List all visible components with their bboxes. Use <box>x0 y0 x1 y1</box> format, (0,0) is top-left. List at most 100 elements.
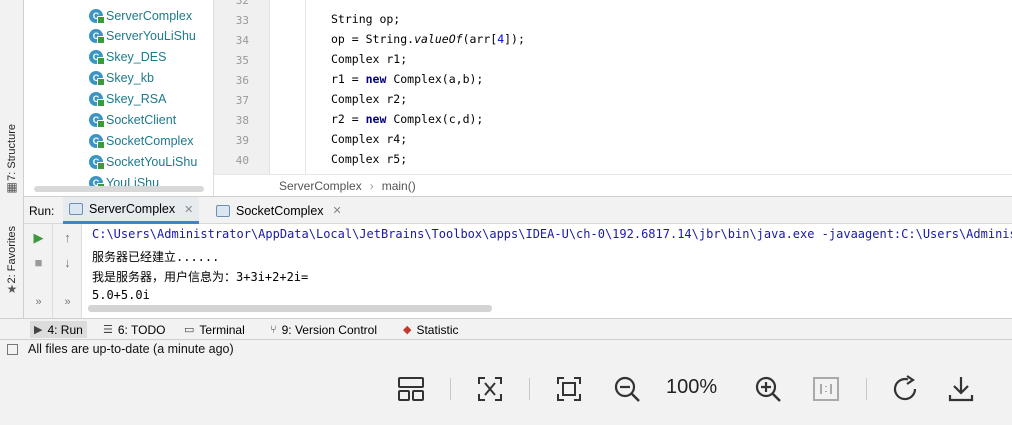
list-icon: ☰ <box>103 324 113 336</box>
tree-item[interactable]: C SocketYouLiShu <box>89 152 197 172</box>
run-tab-servercomplex[interactable]: ServerComplex ✕ <box>63 197 200 224</box>
line-number: 40 <box>235 154 249 167</box>
java-class-icon: C <box>89 9 105 24</box>
rotate-icon[interactable] <box>889 372 923 406</box>
close-icon[interactable]: ✕ <box>333 204 342 217</box>
line-number-gutter: 32 33 34 35 36 37 38 39 40 <box>214 0 270 174</box>
tree-item-label: SocketYouLiShu <box>106 155 198 169</box>
run-navigation-toolbar: ↑ ↓ » <box>53 224 82 318</box>
line-number: 36 <box>235 74 249 87</box>
line-number: 32 <box>235 0 249 7</box>
console-line: 5.0+5.0i <box>92 288 150 302</box>
java-class-icon: C <box>89 92 105 107</box>
breadcrumb-class[interactable]: ServerComplex <box>279 179 362 193</box>
run-actions-toolbar: ▶ ■ » <box>24 224 53 318</box>
bottom-tool-bar: ▶ 4: Run ☰ 6: TODO ▭ Terminal ⑂ 9: Version C… <box>0 318 1012 340</box>
tree-horizontal-scrollbar[interactable] <box>34 186 204 192</box>
one-to-one-icon[interactable] <box>809 372 843 406</box>
chevron-right-icon: › <box>369 178 374 193</box>
status-message: All files are up-to-date (a minute ago) <box>28 342 234 356</box>
console-line: 我是服务器，用户信息为：3+3i+2+2i= <box>92 270 309 284</box>
tree-item-label: ServerComplex <box>106 9 193 23</box>
run-tab-label: ServerComplex <box>89 202 176 216</box>
zoom-out-icon[interactable] <box>610 372 644 406</box>
todo-tool-label: 6: TODO <box>117 322 166 337</box>
tree-item[interactable]: C Skey_kb <box>89 68 154 88</box>
line-number: 37 <box>235 94 249 107</box>
todo-tool-button[interactable]: ☰ 6: TODO <box>99 321 169 338</box>
fit-screen-icon[interactable] <box>473 372 507 406</box>
rerun-icon[interactable]: ▶ <box>24 230 53 246</box>
line-number: 34 <box>235 34 249 47</box>
java-class-icon: C <box>89 29 105 44</box>
more-actions-icon[interactable]: » <box>24 296 53 308</box>
console-horizontal-scrollbar[interactable] <box>88 305 492 312</box>
statistic-tool-label: Statistic <box>416 322 459 337</box>
run-tool-label: 4: Run <box>47 322 83 337</box>
status-toggle-icon[interactable] <box>7 343 18 355</box>
favorites-tab[interactable]: 2: Favorites ★ <box>3 226 21 295</box>
code-line: String op; <box>331 12 401 26</box>
java-class-icon: C <box>89 155 105 170</box>
run-config-icon <box>216 204 230 217</box>
run-tab-label: SocketComplex <box>236 203 324 218</box>
line-number: 35 <box>235 54 249 67</box>
tree-item-label: Skey_RSA <box>106 92 167 106</box>
arrow-up-icon[interactable]: ↑ <box>53 230 82 245</box>
layout-icon[interactable] <box>394 372 428 406</box>
run-tool-button[interactable]: ▶ 4: Run <box>30 321 87 338</box>
code-line: Complex r2; <box>331 92 408 106</box>
arrow-down-icon[interactable]: ↓ <box>53 255 82 270</box>
java-class-icon: C <box>89 113 105 128</box>
play-icon: ▶ <box>34 324 43 336</box>
tree-item[interactable]: C SocketComplex <box>89 131 194 151</box>
image-viewer-toolbar: 100% <box>0 358 1012 425</box>
terminal-icon: ▭ <box>184 324 195 336</box>
branch-icon: ⑂ <box>270 323 277 336</box>
zoom-level-readout: 100% <box>666 376 718 398</box>
java-class-icon: C <box>89 134 105 149</box>
run-label: Run: <box>29 204 55 218</box>
code-editor[interactable]: String op; op = String.valueOf(arr[4]); … <box>270 0 1012 174</box>
code-line: op = String.valueOf(arr[4]); <box>331 32 525 46</box>
tree-item[interactable]: C ServerYouLiShu <box>89 26 196 46</box>
line-number: 38 <box>235 114 249 127</box>
tree-item-label: Skey_kb <box>106 71 154 85</box>
star-icon: ★ <box>6 282 18 297</box>
zoom-in-icon[interactable] <box>751 372 785 406</box>
left-tool-strip: 7: Structure ▦ 2: Favorites ★ <box>0 0 24 318</box>
tree-item-label: Skey_DES <box>106 50 167 64</box>
structure-tab-label: 7: Structure <box>6 124 18 181</box>
run-tab-socketcomplex[interactable]: SocketComplex ✕ <box>210 197 348 224</box>
java-class-icon: C <box>89 50 105 65</box>
statistic-tool-button[interactable]: ◆ Statistic <box>399 321 462 338</box>
code-line: Complex r4; <box>331 132 408 146</box>
indent-guide <box>305 0 306 174</box>
version-control-tool-button[interactable]: ⑂ 9: Version Control <box>266 321 381 338</box>
terminal-tool-button[interactable]: ▭ Terminal <box>180 321 249 338</box>
tree-item-label: ServerYouLiShu <box>106 29 196 43</box>
run-tool-window-header: Run: ServerComplex ✕ SocketComplex ✕ <box>24 196 1012 224</box>
java-class-icon: C <box>89 71 105 86</box>
toolbar-separator <box>529 378 530 400</box>
tree-item[interactable]: C SocketClient <box>89 110 176 130</box>
structure-tab[interactable]: 7: Structure ▦ <box>3 124 21 193</box>
breadcrumb-method[interactable]: main() <box>382 179 416 193</box>
console-output[interactable]: C:\Users\Administrator\AppData\Local\Jet… <box>82 224 1012 318</box>
statistic-icon: ◆ <box>403 324 412 336</box>
tree-item[interactable]: C ServerComplex <box>89 6 192 26</box>
actual-size-frame-icon[interactable] <box>552 372 586 406</box>
more-actions-icon[interactable]: » <box>53 296 82 308</box>
download-icon[interactable] <box>944 372 978 406</box>
tree-item[interactable]: C Skey_RSA <box>89 89 166 109</box>
structure-icon: ▦ <box>6 179 18 194</box>
code-line: r2 = new Complex(c,d); <box>331 112 484 126</box>
status-bar: All files are up-to-date (a minute ago) <box>0 340 1012 358</box>
line-number: 33 <box>235 14 249 27</box>
line-number: 39 <box>235 134 249 147</box>
close-icon[interactable]: ✕ <box>184 203 193 216</box>
run-config-icon <box>69 203 83 215</box>
stop-icon[interactable]: ■ <box>24 255 53 270</box>
tree-item[interactable]: C Skey_DES <box>89 47 166 67</box>
code-line: Complex r1; <box>331 52 408 66</box>
